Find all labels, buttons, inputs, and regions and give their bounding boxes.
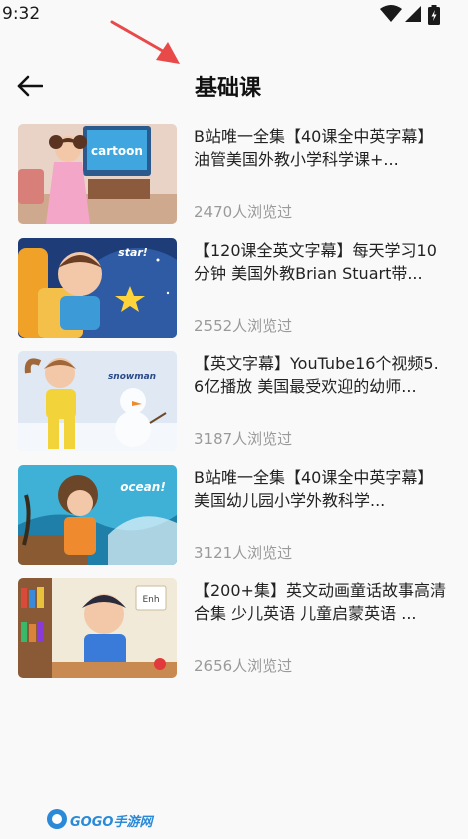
course-view-count: 2656人浏览过 xyxy=(194,657,293,675)
course-view-count: 3121人浏览过 xyxy=(194,543,293,562)
battery-icon xyxy=(428,5,440,25)
thumb-caption: Enh xyxy=(142,595,159,605)
course-view-count: 3187人浏览过 xyxy=(194,430,293,448)
course-item[interactable]: snowman 【英文字幕】YouTube16个视频5.6亿播放 美国最受欢迎的… xyxy=(0,347,468,461)
course-view-count: 2470人浏览过 xyxy=(194,203,293,221)
course-item[interactable]: ocean! B站唯一全集【40课全中英字幕】美国幼儿园小学外教科学... 31… xyxy=(0,461,468,575)
course-view-count: 2552人浏览过 xyxy=(194,316,293,335)
course-thumbnail: star! xyxy=(18,237,177,338)
back-button[interactable] xyxy=(12,68,48,104)
course-thumbnail: ocean! xyxy=(18,464,177,565)
thumb-caption: ocean! xyxy=(120,480,166,494)
status-bar: 9:32 xyxy=(0,0,468,30)
gogo-logo-icon xyxy=(47,809,67,829)
thumb-caption: snowman xyxy=(108,372,156,382)
thumb-caption: star! xyxy=(118,246,148,259)
arrow-left-icon xyxy=(17,75,43,97)
status-time: 9:32 xyxy=(2,4,41,24)
course-title: B站唯一全集【40课全中英字幕】油管美国外教小学科学课+... xyxy=(194,127,434,169)
cellular-signal-icon xyxy=(405,6,421,22)
course-item[interactable]: star! 【120课全英文字幕】每天学习10分钟 美国外教Brian Stua… xyxy=(0,234,468,348)
page-title: 基础课 xyxy=(195,76,262,101)
course-item[interactable]: cartoon B站唯一全集【40课全中英字幕】油管美国外教小学科学课+... … xyxy=(0,120,468,234)
wifi-icon xyxy=(380,5,402,22)
course-title: B站唯一全集【40课全中英字幕】美国幼儿园小学外教科学... xyxy=(194,467,434,510)
course-item[interactable]: Enh 【200+集】英文动画童话故事高清合集 少儿英语 儿童启蒙英语 ... … xyxy=(0,574,468,688)
watermark-text: GOGO手游网 xyxy=(70,815,153,830)
app-bar: 基础课 xyxy=(0,60,468,110)
course-title: 【200+集】英文动画童话故事高清合集 少儿英语 儿童启蒙英语 ... xyxy=(194,581,446,623)
course-thumbnail: Enh xyxy=(18,578,177,678)
course-title: 【120课全英文字幕】每天学习10分钟 美国外教Brian Stuart带... xyxy=(194,240,437,283)
course-list: cartoon B站唯一全集【40课全中英字幕】油管美国外教小学科学课+... … xyxy=(0,120,468,688)
course-title: 【英文字幕】YouTube16个视频5.6亿播放 美国最受欢迎的幼师... xyxy=(194,354,439,396)
watermark-logo: GOGO手游网 xyxy=(46,808,152,830)
course-thumbnail: snowman xyxy=(18,351,177,451)
thumb-caption: cartoon xyxy=(91,144,143,158)
course-thumbnail: cartoon xyxy=(18,124,177,224)
